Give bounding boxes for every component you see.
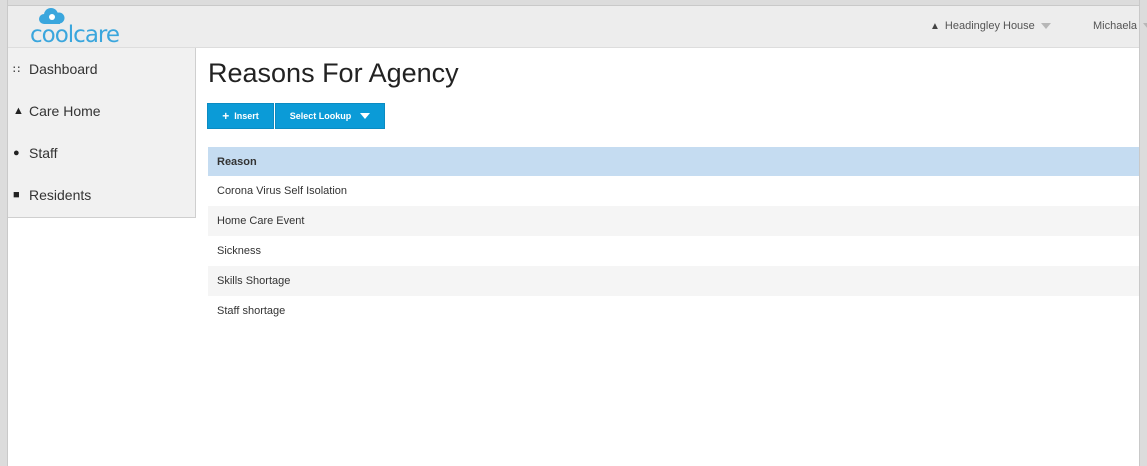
chevron-down-icon bbox=[360, 113, 371, 119]
id-card-icon: ■ bbox=[13, 189, 20, 201]
window-frame-right bbox=[1139, 0, 1147, 466]
user-menu[interactable]: Michaela bbox=[1093, 20, 1147, 32]
coolcare-logo[interactable]: coolcare bbox=[30, 6, 140, 48]
plus-icon: + bbox=[222, 109, 230, 123]
insert-button-label: Insert bbox=[234, 111, 259, 121]
column-header-reason[interactable]: Reason bbox=[208, 147, 1139, 176]
table-row[interactable]: Sickness bbox=[208, 236, 1139, 266]
home-icon: ▲ bbox=[13, 105, 24, 117]
user-name: Michaela bbox=[1093, 20, 1138, 32]
sidebar-item-residents[interactable]: ■ Residents bbox=[8, 174, 195, 216]
select-lookup-label: Select Lookup bbox=[289, 111, 352, 121]
sidebar-item-dashboard[interactable]: ∷ Dashboard bbox=[8, 48, 195, 90]
chevron-down-icon bbox=[1143, 23, 1147, 29]
care-home-name: Headingley House bbox=[944, 20, 1035, 32]
select-lookup-dropdown[interactable]: Select Lookup bbox=[275, 103, 385, 129]
sidebar: ∷ Dashboard ▲ Care Home ● Staff ■ Reside… bbox=[8, 48, 196, 218]
top-bar: coolcare ▲ Headingley House Michaela bbox=[8, 6, 1147, 48]
table-row[interactable]: Staff shortage bbox=[208, 296, 1139, 326]
sidebar-item-label: Care Home bbox=[29, 103, 101, 119]
table-row[interactable]: Home Care Event bbox=[208, 206, 1139, 236]
chevron-down-icon bbox=[1040, 23, 1051, 29]
grid-icon: ∷ bbox=[13, 63, 20, 76]
home-icon: ▲ bbox=[930, 20, 940, 32]
users-icon: ● bbox=[13, 147, 20, 159]
sidebar-item-label: Dashboard bbox=[29, 61, 98, 77]
page-title: Reasons For Agency bbox=[208, 58, 459, 88]
sidebar-item-label: Staff bbox=[29, 145, 58, 161]
logo-wordmark: coolcare bbox=[30, 22, 120, 48]
toolbar: + Insert Select Lookup bbox=[207, 103, 385, 129]
table-row[interactable]: Corona Virus Self Isolation bbox=[208, 176, 1139, 206]
care-home-selector[interactable]: ▲ Headingley House bbox=[930, 20, 1051, 32]
table-row[interactable]: Skills Shortage bbox=[208, 266, 1139, 296]
sidebar-item-staff[interactable]: ● Staff bbox=[8, 132, 195, 174]
window-frame-left bbox=[0, 0, 8, 466]
reasons-table: Reason Corona Virus Self Isolation Home … bbox=[208, 147, 1139, 326]
insert-button[interactable]: + Insert bbox=[207, 103, 274, 129]
sidebar-item-care-home[interactable]: ▲ Care Home bbox=[8, 90, 195, 132]
sidebar-item-label: Residents bbox=[29, 187, 92, 203]
